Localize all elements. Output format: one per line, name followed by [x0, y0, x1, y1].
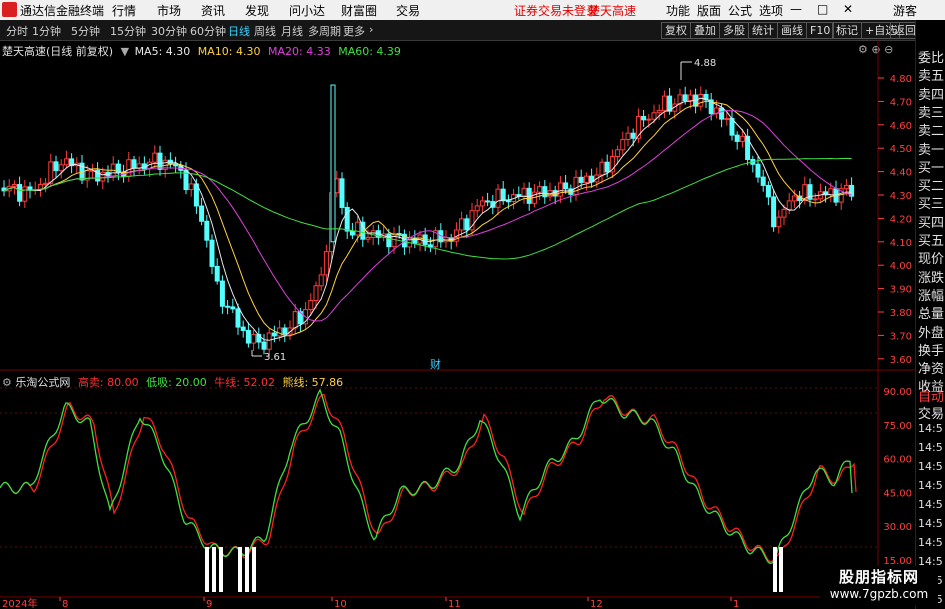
trade-label[interactable]: 交易 — [918, 403, 944, 422]
indicator-tick-0: 90.00 — [883, 387, 912, 398]
quote-label-17: 净资 — [918, 362, 945, 378]
quote-label-15: 外盘 — [918, 325, 945, 341]
quote-label-0: 委比 — [918, 51, 945, 66]
tick-time-4: 14:5 — [918, 498, 943, 511]
watermark-title: 股朋指标网 — [838, 568, 919, 586]
tick-time-5: 14:5 — [918, 517, 943, 530]
price-tick-4: 4.40 — [890, 168, 912, 179]
price-tick-1: 4.70 — [890, 97, 912, 108]
high-price-annotation: 4.88 — [694, 58, 716, 69]
quote-panel: 委比 卖五 卖四 卖三 卖二 卖一 买一 买二 买三 买四 买五 现价 涨跌 涨幅 总量 外盘 换手 净资 收益 自动… — [915, 20, 945, 609]
price-tick-0: 4.80 — [890, 74, 912, 85]
date-label-aug: 8 — [62, 599, 68, 609]
tick-time-0: 14:5 — [918, 422, 943, 435]
price-tick-11: 3.70 — [890, 331, 912, 342]
finance-marker[interactable]: 财 — [430, 357, 441, 371]
buy-signal-bar — [779, 547, 783, 592]
date-label-jan: 1 — [733, 599, 739, 609]
price-tick-9: 3.90 — [890, 285, 912, 296]
quote-label-11: 现价 — [918, 252, 945, 268]
quote-label-2: 卖四 — [918, 87, 945, 103]
price-tick-5: 4.30 — [890, 191, 912, 202]
price-tick-7: 4.10 — [890, 238, 912, 249]
buy-signal-bar — [212, 547, 216, 592]
quote-label-14: 总量 — [918, 307, 945, 323]
tick-time-2: 14:5 — [918, 460, 943, 473]
buy-signal-bar — [219, 547, 223, 592]
indicator-tick-1: 75.00 — [883, 421, 912, 432]
tick-time-1: 14:5 — [918, 441, 943, 454]
quote-label-6: 买一 — [918, 160, 945, 176]
watermark: 股朋指标网 www.7gpzb.com — [820, 566, 938, 606]
quote-label-13: 涨幅 — [918, 288, 945, 304]
watermark-url: www.7gpzb.com — [829, 587, 929, 601]
date-label-sep: 9 — [206, 599, 212, 609]
buy-signal-bar — [205, 547, 209, 592]
indicator-tick-3: 45.00 — [883, 488, 912, 499]
date-label-year: 2024年 — [2, 597, 37, 609]
quote-label-16: 换手 — [918, 343, 945, 359]
quote-label-10: 买五 — [918, 234, 945, 249]
quote-label-4: 卖二 — [918, 124, 945, 140]
date-label-nov: 11 — [448, 599, 461, 609]
quote-label-3: 卖三 — [918, 105, 945, 121]
price-tick-12: 3.60 — [890, 355, 912, 366]
kline-chart[interactable]: 4.80 4.70 4.60 4.50 4.40 4.30 4.20 4.10 4.00 3.90… — [0, 0, 915, 609]
low-price-annotation: 3.61 — [264, 352, 286, 363]
tick-time-3: 14:5 — [918, 479, 943, 492]
date-label-dec: 12 — [590, 599, 603, 609]
price-tick-6: 4.20 — [890, 214, 912, 225]
indicator-tick-4: 30.00 — [883, 522, 912, 533]
buy-signal-bar — [252, 547, 256, 592]
buy-signal-bar — [773, 547, 777, 592]
price-tick-8: 4.00 — [890, 261, 912, 272]
quote-label-5: 卖一 — [918, 142, 945, 158]
price-tick-10: 3.80 — [890, 308, 912, 319]
quote-label-7: 买二 — [918, 179, 945, 195]
quote-label-8: 买三 — [918, 197, 945, 213]
quote-label-9: 买四 — [918, 215, 945, 231]
quote-label-12: 涨跌 — [918, 270, 945, 286]
buy-signal-bar — [238, 547, 242, 592]
buy-signal-bar — [245, 547, 249, 592]
date-label-oct: 10 — [334, 599, 347, 609]
indicator-tick-2: 60.00 — [883, 455, 912, 466]
tick-time-6: 14:5 — [918, 536, 943, 549]
quote-label-1: 卖五 — [918, 69, 945, 85]
price-tick-3: 4.50 — [890, 144, 912, 155]
price-tick-2: 4.60 — [890, 121, 912, 132]
